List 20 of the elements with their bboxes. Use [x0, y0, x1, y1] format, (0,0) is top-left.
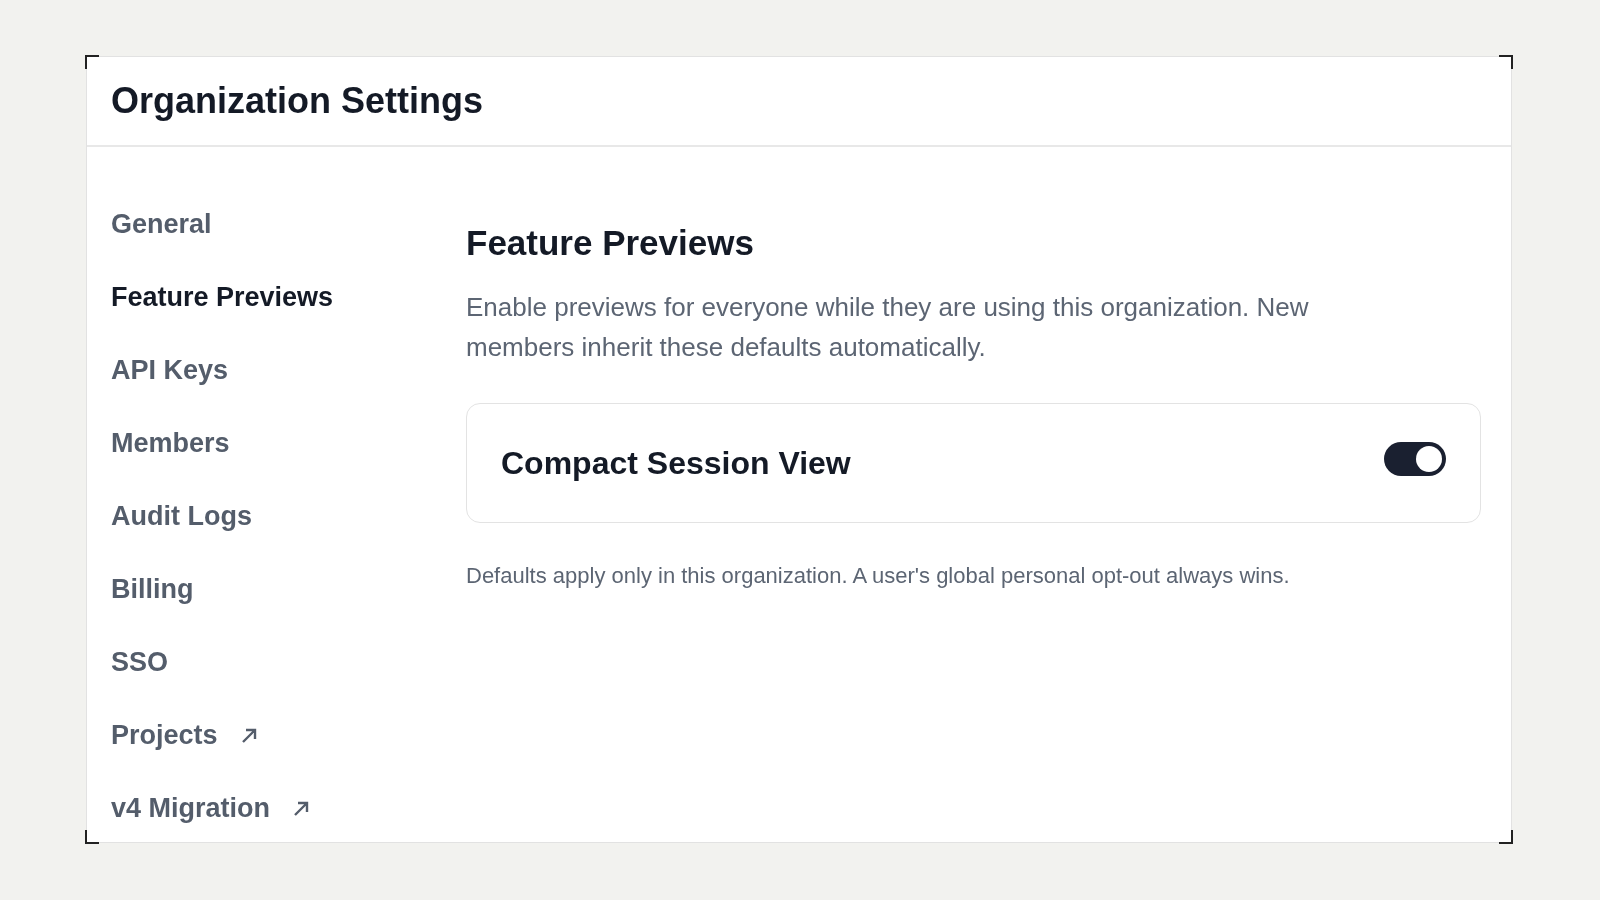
sidebar-item[interactable]: Audit Logs	[111, 501, 442, 532]
section-description: Enable previews for everyone while they are using this organization. New members inherit these defaults automatically.	[466, 291, 1310, 364]
corner-bracket-icon	[1499, 830, 1513, 844]
sidebar-item[interactable]: SSO	[111, 647, 442, 678]
footnote-text: Defaults apply only in this organization. A user's global personal opt-out always wins.	[466, 563, 1291, 589]
corner-bracket-icon	[85, 55, 99, 69]
sidebar-item[interactable]: v4 Migration	[111, 793, 442, 824]
sidebar-item[interactable]: Feature Previews	[111, 282, 442, 313]
corner-bracket-icon	[1499, 55, 1513, 69]
sidebar-item[interactable]: Members	[111, 428, 442, 459]
sidebar-item[interactable]: API Keys	[111, 355, 442, 386]
toggle-switch[interactable]	[1384, 442, 1446, 476]
section-heading: Feature Previews	[466, 223, 755, 263]
sidebar-item[interactable]: Projects	[111, 720, 442, 751]
feature-label: Compact Session View	[501, 444, 851, 482]
page-title: Organization Settings	[111, 80, 484, 122]
sidebar-item[interactable]: General	[111, 209, 442, 240]
sidebar-item[interactable]: Billing	[111, 574, 442, 605]
corner-bracket-icon	[85, 830, 99, 844]
external-arrow-icon	[292, 799, 311, 818]
